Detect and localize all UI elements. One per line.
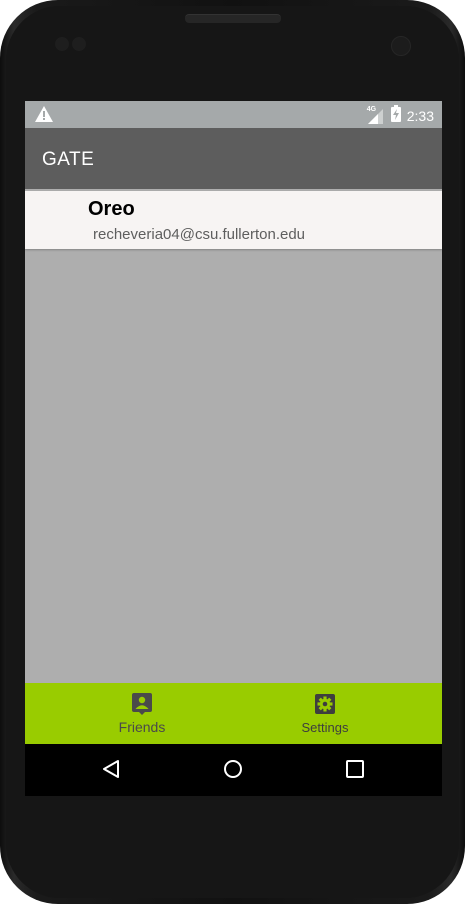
status-bar: 4G 2:33 (25, 101, 442, 128)
nav-friends-tab[interactable]: Friends (67, 683, 217, 744)
nav-friends-label: Friends (118, 719, 166, 735)
friends-list: Oreo recheveria04@csu.fullerton.edu (25, 191, 442, 249)
contact-icon (131, 693, 153, 715)
warning-icon (35, 106, 53, 127)
app-bar: GATE (25, 128, 442, 189)
signal-icon: 4G (367, 106, 385, 125)
friend-name: Oreo (88, 198, 135, 220)
settings-gear-icon (314, 693, 336, 715)
app-title: GATE (42, 149, 95, 170)
home-icon[interactable] (223, 759, 243, 784)
friend-list-item[interactable]: Oreo recheveria04@csu.fullerton.edu (25, 191, 442, 249)
front-camera (391, 36, 411, 56)
phone-frame: 4G 2:33 GATE Oreo recheveria04@csu.fulle… (0, 0, 465, 904)
system-navigation-bar (25, 744, 442, 796)
status-time: 2:33 (406, 108, 434, 124)
friend-email: recheveria04@csu.fullerton.edu (93, 226, 306, 243)
nav-settings-tab[interactable]: Settings (250, 683, 400, 744)
light-sensor (72, 37, 86, 51)
battery-charging-icon (390, 105, 401, 127)
nav-settings-label: Settings (301, 720, 349, 735)
bottom-navigation: Friends Settings (25, 683, 442, 744)
earpiece-speaker (185, 14, 281, 23)
recents-icon[interactable] (345, 759, 365, 784)
screen: 4G 2:33 GATE Oreo recheveria04@csu.fulle… (25, 101, 442, 796)
back-icon[interactable] (101, 759, 121, 784)
proximity-sensor (55, 37, 69, 51)
